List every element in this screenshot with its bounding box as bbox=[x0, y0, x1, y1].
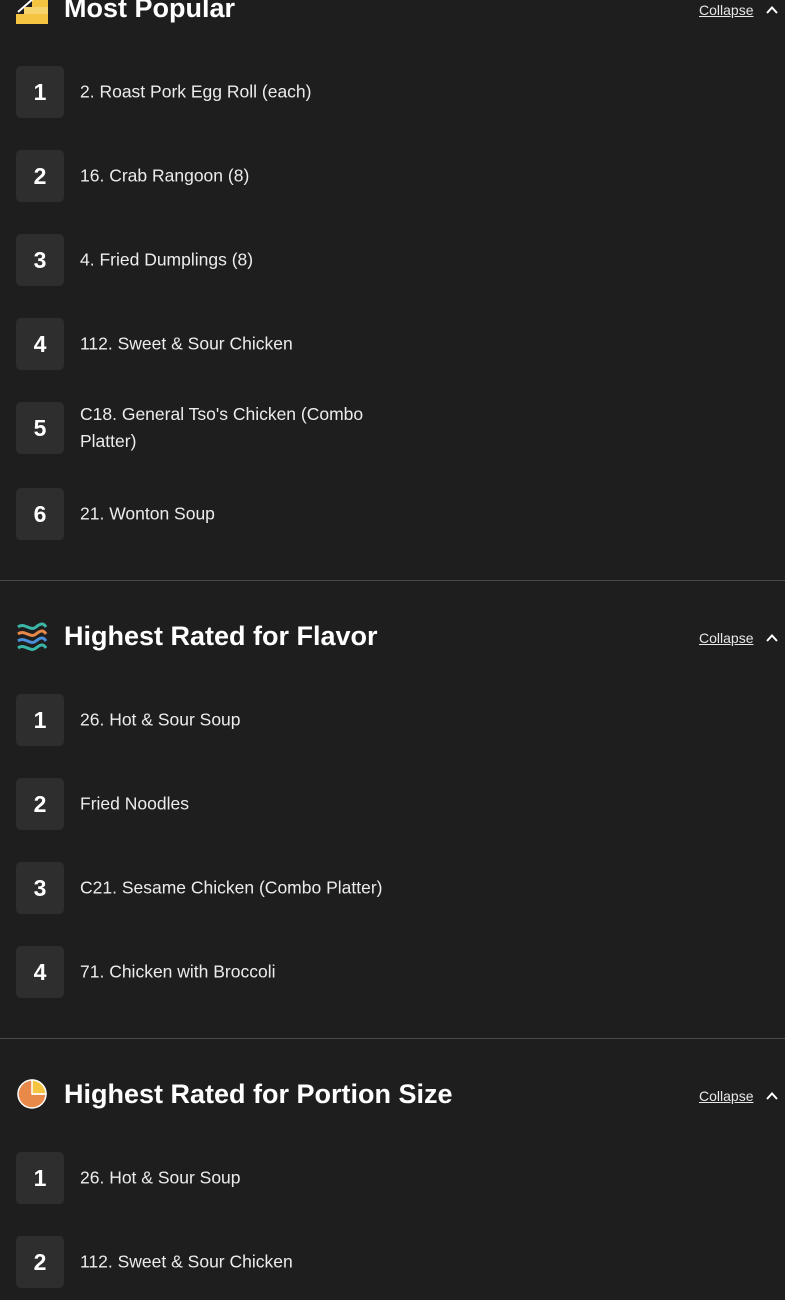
item-name: 112. Sweet & Sour Chicken bbox=[80, 1251, 293, 1272]
chevron-up-icon[interactable] bbox=[764, 2, 780, 18]
list-item[interactable]: 1 26. Hot & Sour Soup bbox=[16, 1152, 716, 1204]
list-item[interactable]: 1 26. Hot & Sour Soup bbox=[16, 694, 716, 746]
rank-badge: 4 bbox=[16, 946, 64, 998]
item-name: 16. Crab Rangoon (8) bbox=[80, 165, 250, 186]
collapse-link[interactable]: Collapse bbox=[699, 1088, 753, 1104]
item-name: 26. Hot & Sour Soup bbox=[80, 1167, 241, 1188]
list-item[interactable]: 6 21. Wonton Soup bbox=[16, 488, 716, 540]
rank-badge: 1 bbox=[16, 1152, 64, 1204]
list-item[interactable]: 2 16. Crab Rangoon (8) bbox=[16, 150, 716, 202]
rank-badge: 5 bbox=[16, 402, 64, 454]
rank-badge: 2 bbox=[16, 778, 64, 830]
collapse-link[interactable]: Collapse bbox=[699, 630, 753, 646]
rank-badge: 2 bbox=[16, 1236, 64, 1288]
section-header-flavor: Highest Rated for Flavor Collapse bbox=[0, 616, 785, 656]
rank-badge: 4 bbox=[16, 318, 64, 370]
section-title: Most Popular bbox=[64, 0, 236, 23]
section-header-most-popular: Most Popular Collapse bbox=[0, 0, 785, 28]
list-item[interactable]: 2 Fried Noodles bbox=[16, 778, 716, 830]
collapse-link[interactable]: Collapse bbox=[699, 2, 753, 18]
list-item[interactable]: 3 C21. Sesame Chicken (Combo Platter) bbox=[16, 862, 716, 914]
list-item[interactable]: 4 71. Chicken with Broccoli bbox=[16, 946, 716, 998]
chevron-up-icon[interactable] bbox=[764, 1088, 780, 1104]
pie-chart-icon bbox=[16, 1078, 48, 1110]
section-header-portion-size: Highest Rated for Portion Size Collapse bbox=[0, 1074, 785, 1114]
chevron-up-icon[interactable] bbox=[764, 630, 780, 646]
item-name: 71. Chicken with Broccoli bbox=[80, 961, 276, 982]
item-name: C18. General Tso's Chicken (Combo Platte… bbox=[80, 404, 364, 451]
list-item[interactable]: 4 112. Sweet & Sour Chicken bbox=[16, 318, 716, 370]
list-item[interactable]: 1 2. Roast Pork Egg Roll (each) bbox=[16, 66, 716, 118]
item-name: 21. Wonton Soup bbox=[80, 503, 215, 524]
menu-rankings-page: Most Popular Collapse 1 2. Roast Pork Eg… bbox=[0, 0, 785, 1300]
list-item[interactable]: 5 C18. General Tso's Chicken (Combo Plat… bbox=[16, 402, 716, 454]
list-item[interactable]: 2 112. Sweet & Sour Chicken bbox=[16, 1236, 716, 1288]
flavor-waves-icon bbox=[16, 620, 48, 652]
rank-badge: 2 bbox=[16, 150, 64, 202]
section-divider bbox=[0, 580, 785, 581]
rank-badge: 3 bbox=[16, 862, 64, 914]
item-name: C21. Sesame Chicken (Combo Platter) bbox=[80, 877, 383, 898]
rank-badge: 1 bbox=[16, 66, 64, 118]
section-title: Highest Rated for Flavor bbox=[64, 621, 378, 651]
item-name: 4. Fried Dumplings (8) bbox=[80, 249, 254, 270]
list-item[interactable]: 3 4. Fried Dumplings (8) bbox=[16, 234, 716, 286]
rank-badge: 6 bbox=[16, 488, 64, 540]
section-title: Highest Rated for Portion Size bbox=[64, 1079, 453, 1109]
item-name: Fried Noodles bbox=[80, 793, 189, 814]
rank-badge: 3 bbox=[16, 234, 64, 286]
rank-badge: 1 bbox=[16, 694, 64, 746]
item-name: 2. Roast Pork Egg Roll (each) bbox=[80, 81, 312, 102]
item-name: 112. Sweet & Sour Chicken bbox=[80, 333, 293, 354]
item-name: 26. Hot & Sour Soup bbox=[80, 709, 241, 730]
stairs-chart-icon bbox=[16, 0, 48, 24]
section-divider bbox=[0, 1038, 785, 1039]
